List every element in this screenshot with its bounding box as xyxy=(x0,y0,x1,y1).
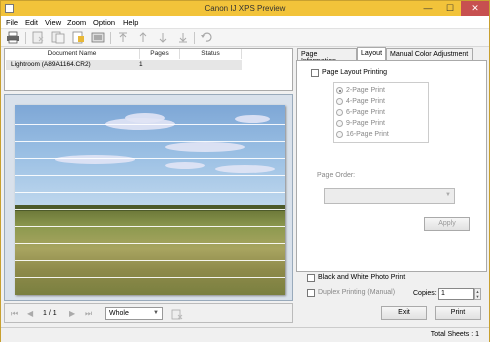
thumbnail-icon[interactable] xyxy=(171,309,183,322)
menu-edit[interactable]: Edit xyxy=(25,18,38,27)
app-window: Canon IJ XPS Preview — ☐ ✕ File Edit Vie… xyxy=(0,0,490,342)
print-icon[interactable] xyxy=(6,31,20,44)
preview-pane xyxy=(4,94,293,301)
chevron-down-icon: ▼ xyxy=(153,310,159,316)
toolbar-separator xyxy=(194,32,195,44)
title-bar: Canon IJ XPS Preview — ☐ ✕ xyxy=(1,1,489,16)
settings-panel: Page Information Layout Manual Color Adj… xyxy=(296,47,487,326)
option-label: 4-Page Print xyxy=(346,98,385,105)
option-label: 16-Page Print xyxy=(346,131,389,138)
layout-tab-content: Page Layout Printing 2-Page Print 4-Page… xyxy=(296,60,487,272)
radio-4-page-print[interactable] xyxy=(336,98,343,105)
first-page-icon[interactable]: ⏮ xyxy=(11,309,18,319)
last-page-icon[interactable]: ⏭ xyxy=(85,309,92,319)
column-header-status[interactable]: Status xyxy=(180,49,242,59)
document-list: Document Name Pages Status Lightroom (A8… xyxy=(4,48,293,91)
next-page-icon[interactable]: ▶ xyxy=(69,309,75,318)
print-button[interactable]: Print xyxy=(435,306,481,320)
table-row[interactable]: Lightroom (A89A1164.CR2) 1 xyxy=(6,60,242,70)
radio-16-page-print[interactable] xyxy=(336,131,343,138)
zoom-value: Whole xyxy=(109,310,129,317)
toolbar-separator xyxy=(110,32,111,44)
page-order-select[interactable]: ▼ xyxy=(324,188,455,204)
menu-zoom[interactable]: Zoom xyxy=(67,18,86,27)
undo-icon[interactable] xyxy=(199,31,213,44)
previous-page-icon[interactable]: ◀ xyxy=(27,309,33,318)
radio-9-page-print[interactable] xyxy=(336,120,343,127)
column-header-pages[interactable]: Pages xyxy=(140,49,180,59)
menu-view[interactable]: View xyxy=(45,18,61,27)
status-bar: Total Sheets : 1 xyxy=(1,327,489,342)
move-down-icon[interactable] xyxy=(156,31,170,44)
window-title: Canon IJ XPS Preview xyxy=(204,4,286,13)
total-sheets-label: Total Sheets : 1 xyxy=(430,331,479,338)
preview-image xyxy=(15,105,285,295)
exit-button[interactable]: Exit xyxy=(381,306,427,320)
toolbar xyxy=(1,29,489,47)
duplex-printing-checkbox[interactable] xyxy=(307,289,315,297)
close-button[interactable]: ✕ xyxy=(461,1,489,16)
radio-6-page-print[interactable] xyxy=(336,109,343,116)
edit-document-icon[interactable] xyxy=(71,31,85,44)
tab-layout[interactable]: Layout xyxy=(357,47,386,61)
column-header-document-name[interactable]: Document Name xyxy=(5,49,140,59)
black-white-photo-checkbox[interactable] xyxy=(307,274,315,282)
page-layout-printing-checkbox[interactable] xyxy=(311,69,319,77)
menu-option[interactable]: Option xyxy=(93,18,115,27)
option-label: 9-Page Print xyxy=(346,120,385,127)
move-top-icon[interactable] xyxy=(116,31,130,44)
minimize-button[interactable]: — xyxy=(417,1,439,16)
option-label: 6-Page Print xyxy=(346,109,385,116)
black-white-photo-label: Black and White Photo Print xyxy=(318,274,406,281)
move-up-icon[interactable] xyxy=(136,31,150,44)
option-label: 2-Page Print xyxy=(346,87,385,94)
copies-input[interactable]: 1 xyxy=(438,288,474,300)
chevron-down-icon: ▼ xyxy=(445,192,451,198)
page-indicator: 1 / 1 xyxy=(43,310,57,317)
tab-manual-color-adjustment[interactable]: Manual Color Adjustment xyxy=(386,48,473,60)
copies-stepper[interactable]: ▲ ▼ xyxy=(474,288,481,300)
apply-button[interactable]: Apply xyxy=(424,217,470,231)
menu-file[interactable]: File xyxy=(6,18,18,27)
pages-cell: 1 xyxy=(139,61,143,68)
copies-label: Copies: xyxy=(413,290,437,297)
tab-page-information[interactable]: Page Information xyxy=(297,48,357,65)
page-layout-printing-label: Page Layout Printing xyxy=(322,69,387,76)
toolbar-separator xyxy=(25,32,26,44)
radio-2-page-print[interactable] xyxy=(336,87,343,94)
layout-options-group: 2-Page Print 4-Page Print 6-Page Print 9… xyxy=(333,82,429,143)
delete-document-icon[interactable] xyxy=(31,31,45,44)
zoom-select[interactable]: Whole ▼ xyxy=(105,307,163,320)
menu-help[interactable]: Help xyxy=(123,18,138,27)
document-name-cell: Lightroom (A89A1164.CR2) xyxy=(11,61,91,68)
maximize-button[interactable]: ☐ xyxy=(439,1,461,16)
combine-documents-icon[interactable] xyxy=(51,31,65,44)
duplex-printing-label: Duplex Printing (Manual) xyxy=(318,289,396,296)
move-bottom-icon[interactable] xyxy=(176,31,190,44)
preview-settings-icon[interactable] xyxy=(91,31,105,44)
menu-bar: File Edit View Zoom Option Help xyxy=(1,16,489,29)
page-navigation-bar: ⏮ ◀ 1 / 1 ▶ ⏭ Whole ▼ xyxy=(4,303,293,323)
page-order-label: Page Order: xyxy=(317,172,356,179)
